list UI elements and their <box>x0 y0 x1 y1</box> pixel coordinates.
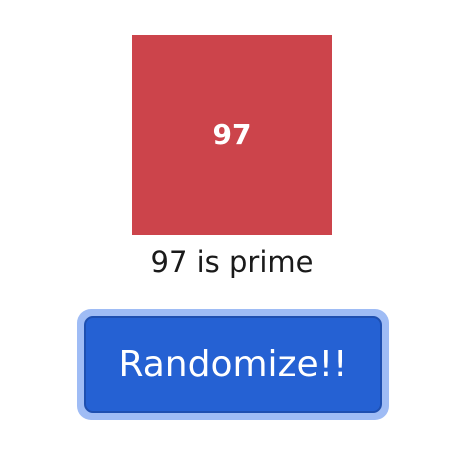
number-value: 97 <box>212 118 252 151</box>
number-box: 97 <box>132 35 332 235</box>
randomize-button[interactable]: Randomize!! <box>84 316 382 413</box>
primality-result: 97 is prime <box>150 245 314 279</box>
app-stage: 97 97 is prime Randomize!! <box>0 0 470 470</box>
